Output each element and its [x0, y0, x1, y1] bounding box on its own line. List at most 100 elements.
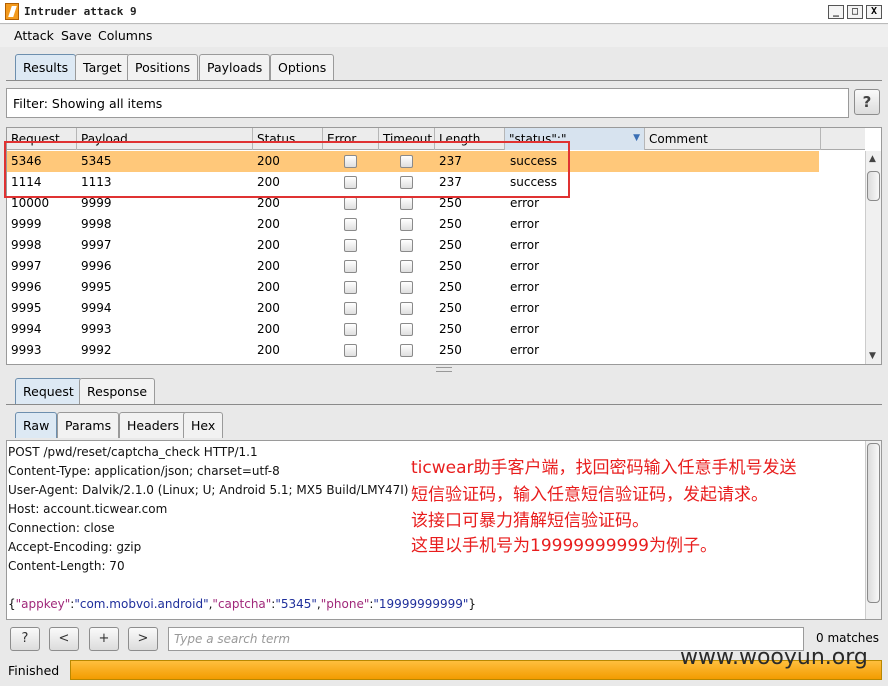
json-value-captcha: "5345" [275, 597, 317, 611]
filter-text: Filter: Showing all items [13, 96, 163, 111]
json-value-phone: "19999999999" [373, 597, 469, 611]
cell-grep-status: error [510, 259, 540, 273]
title-bar: Intruder attack 9 _ □ X [0, 0, 888, 24]
window-title: Intruder attack 9 [24, 5, 137, 18]
minimize-button[interactable]: _ [828, 5, 844, 19]
tab-raw[interactable]: Raw [15, 412, 58, 438]
cell-status: 200 [257, 322, 280, 336]
menu-save[interactable]: Save [61, 28, 92, 43]
annotation-line-4: 这里以手机号为19999999999为例子。 [411, 536, 717, 556]
cell-status: 200 [257, 301, 280, 315]
request-editor[interactable]: POST /pwd/reset/captcha_check HTTP/1.1 C… [6, 440, 882, 620]
json-key-captcha: "captcha" [212, 597, 272, 611]
timeout-checkbox [400, 260, 413, 273]
cell-length: 250 [439, 343, 462, 357]
table-row[interactable]: 9997 9996 200 250 error [7, 256, 819, 277]
close-button[interactable]: X [866, 5, 882, 19]
request-scrollbar[interactable] [865, 441, 881, 619]
cell-request: 9995 [11, 301, 42, 315]
header-accept-encoding: Accept-Encoding: gzip [8, 540, 142, 554]
cell-payload: 9992 [81, 343, 112, 357]
tab-payloads[interactable]: Payloads [199, 54, 271, 80]
menu-bar: Attack Save Columns [0, 25, 888, 47]
error-checkbox [344, 281, 357, 294]
tab-positions[interactable]: Positions [127, 54, 199, 80]
cell-payload: 9997 [81, 238, 112, 252]
table-row[interactable]: 9998 9997 200 250 error [7, 235, 819, 256]
cell-status: 200 [257, 196, 280, 210]
cell-length: 250 [439, 217, 462, 231]
cell-grep-status: error [510, 196, 540, 210]
cell-payload: 9994 [81, 301, 112, 315]
cell-length: 250 [439, 322, 462, 336]
cell-length: 250 [439, 301, 462, 315]
cell-length: 250 [439, 280, 462, 294]
search-help-button[interactable]: ? [10, 627, 40, 651]
header-content-type: Content-Type: application/json; charset=… [8, 464, 280, 478]
request-scrollbar-thumb[interactable] [867, 443, 880, 603]
search-add-button[interactable]: + [89, 627, 119, 651]
maximize-button[interactable]: □ [847, 5, 863, 19]
json-key-phone: "phone" [320, 597, 370, 611]
header-user-agent: User-Agent: Dalvik/2.1.0 (Linux; U; Andr… [8, 483, 409, 497]
cell-request: 9994 [11, 322, 42, 336]
cell-request: 9998 [11, 238, 42, 252]
cell-status: 200 [257, 280, 280, 294]
header-content-length: Content-Length: 70 [8, 559, 125, 573]
cell-grep-status: error [510, 301, 540, 315]
tab-params[interactable]: Params [57, 412, 120, 438]
table-row[interactable]: 9995 9994 200 250 error [7, 298, 819, 319]
results-scrollbar[interactable]: ▲ ▼ [865, 151, 881, 364]
timeout-checkbox [400, 302, 413, 315]
menu-columns[interactable]: Columns [98, 28, 152, 43]
timeout-checkbox [400, 239, 413, 252]
scroll-up-icon[interactable]: ▲ [869, 154, 876, 164]
cell-grep-status: error [510, 322, 540, 336]
tab-headers[interactable]: Headers [119, 412, 188, 438]
table-row[interactable]: 9999 9998 200 250 error [7, 214, 819, 235]
cell-status: 200 [257, 259, 280, 273]
column-comment[interactable]: Comment [645, 128, 821, 150]
request-line: POST /pwd/reset/captcha_check HTTP/1.1 [8, 445, 258, 459]
cell-grep-status: error [510, 238, 540, 252]
filter-help-button[interactable]: ? [854, 89, 880, 115]
tab-target[interactable]: Target [75, 54, 130, 80]
cell-payload: 9996 [81, 259, 112, 273]
filter-bar[interactable]: Filter: Showing all items [6, 88, 849, 118]
table-row[interactable]: 9996 9995 200 250 error [7, 277, 819, 298]
error-checkbox [344, 218, 357, 231]
cell-grep-status: error [510, 217, 540, 231]
tab-divider [6, 80, 882, 81]
tab-options[interactable]: Options [270, 54, 335, 80]
error-checkbox [344, 260, 357, 273]
error-checkbox [344, 197, 357, 210]
tab-request[interactable]: Request [15, 378, 82, 404]
annotation-line-1: ticwear助手客户端，找回密码输入任意手机号发送 [411, 458, 797, 478]
cell-status: 200 [257, 217, 280, 231]
cell-request: 9993 [11, 343, 42, 357]
tab-hex[interactable]: Hex [183, 412, 224, 438]
json-value-appkey: "com.mobvoi.android" [74, 597, 209, 611]
results-scrollbar-thumb[interactable] [867, 171, 880, 201]
timeout-checkbox [400, 323, 413, 336]
menu-attack[interactable]: Attack [14, 28, 54, 43]
cell-request: 9999 [11, 217, 42, 231]
table-row[interactable]: 9994 9993 200 250 error [7, 319, 819, 340]
table-row[interactable]: 9993 9992 200 250 error [7, 340, 819, 361]
scroll-down-icon[interactable]: ▼ [869, 351, 876, 361]
tab-results[interactable]: Results [15, 54, 77, 80]
splitter-grip[interactable] [436, 367, 452, 372]
json-brace-close: } [468, 597, 477, 611]
cell-request: 9996 [11, 280, 42, 294]
search-next-button[interactable]: > [128, 627, 158, 651]
tab-response[interactable]: Response [79, 378, 156, 404]
cell-length: 250 [439, 259, 462, 273]
cell-request: 10000 [11, 196, 50, 210]
error-checkbox [344, 323, 357, 336]
cell-grep-status: error [510, 280, 540, 294]
error-checkbox [344, 302, 357, 315]
header-host: Host: account.ticwear.com [8, 502, 168, 516]
cell-payload: 9995 [81, 280, 112, 294]
error-checkbox [344, 344, 357, 357]
search-prev-button[interactable]: < [49, 627, 79, 651]
